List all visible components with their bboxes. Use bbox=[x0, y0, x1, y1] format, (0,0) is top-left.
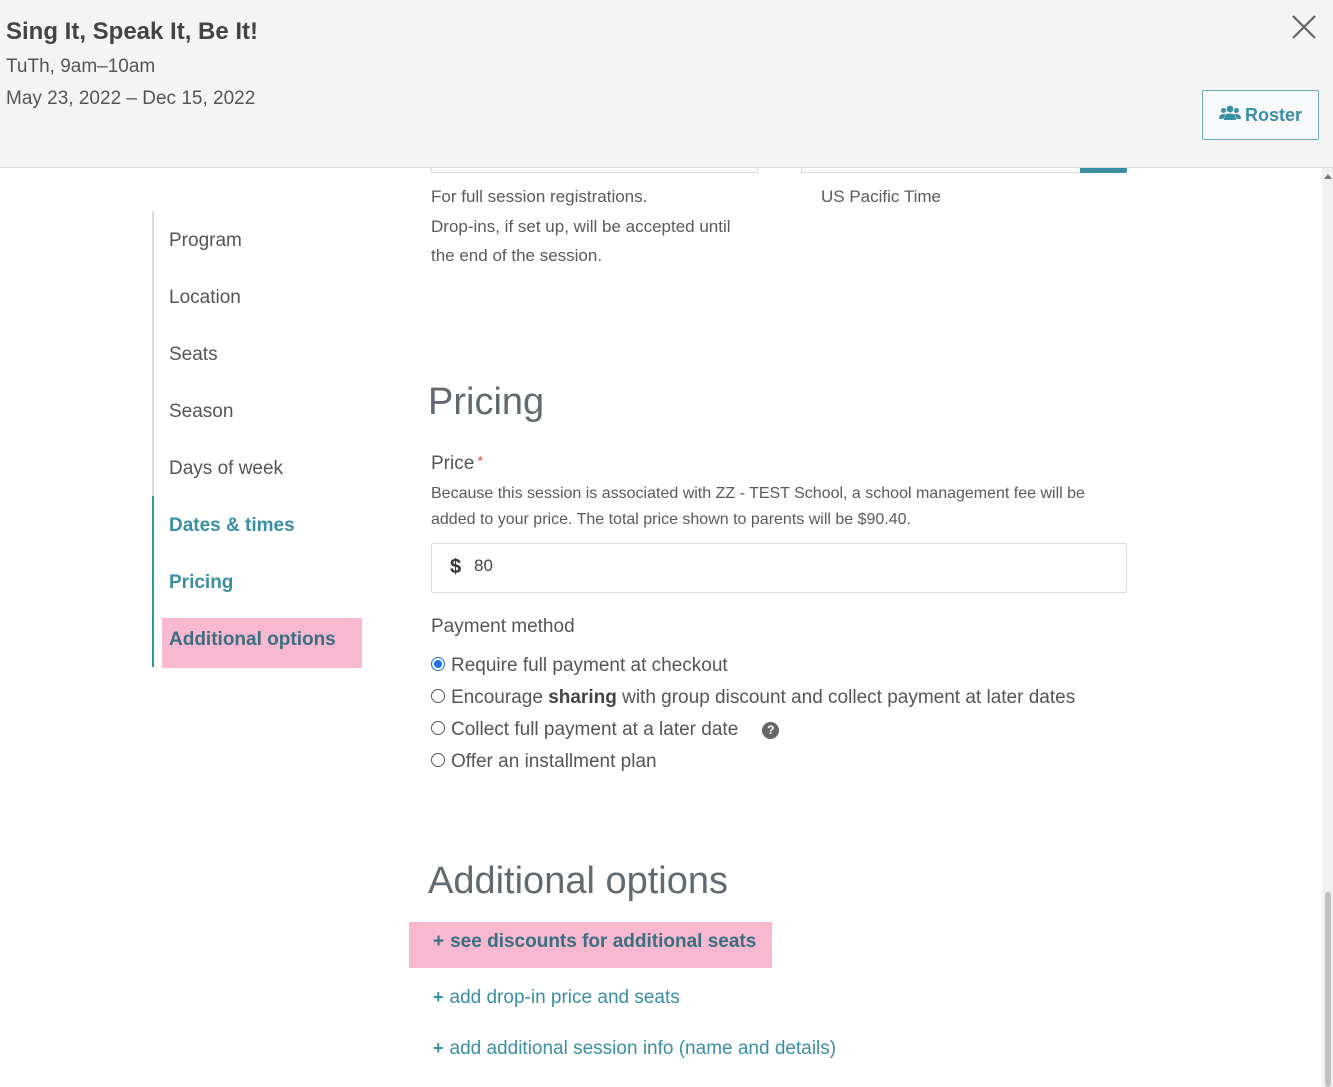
pricing-heading: Pricing bbox=[428, 381, 545, 423]
session-title: Sing It, Speak It, Be It! bbox=[6, 18, 259, 45]
payment-option-full-checkout[interactable]: Require full payment at checkout bbox=[431, 655, 728, 677]
scroll-thumb[interactable] bbox=[1325, 892, 1331, 1087]
nav-item-dates-times[interactable]: Dates & times bbox=[169, 515, 295, 537]
nav-item-season[interactable]: Season bbox=[169, 401, 233, 423]
plus-icon: + bbox=[433, 931, 445, 952]
roster-button[interactable]: Roster bbox=[1202, 90, 1319, 140]
session-dates: May 23, 2022 – Dec 15, 2022 bbox=[6, 88, 256, 109]
payment-method-label: Payment method bbox=[431, 616, 575, 637]
currency-symbol: $ bbox=[450, 556, 462, 578]
time-zone-help-text: US Pacific Time bbox=[821, 187, 941, 206]
modal-header: Sing It, Speak It, Be It! TuTh, 9am–10am… bbox=[0, 0, 1333, 168]
radio-button-checked[interactable] bbox=[431, 657, 445, 671]
section-nav: Program Location Seats Season Days of we… bbox=[152, 211, 362, 668]
plus-icon: + bbox=[433, 1038, 444, 1058]
nav-progress-line bbox=[152, 496, 154, 667]
nav-item-pricing[interactable]: Pricing bbox=[169, 572, 233, 594]
payment-option-installment[interactable]: Offer an installment plan bbox=[431, 751, 657, 773]
payment-option-sharing[interactable]: Encourage sharing with group discount an… bbox=[431, 687, 1075, 709]
plus-icon: + bbox=[433, 987, 444, 1007]
nav-item-seats[interactable]: Seats bbox=[169, 344, 218, 366]
radio-button[interactable] bbox=[431, 689, 445, 703]
additional-options-heading: Additional options bbox=[428, 860, 728, 902]
price-input[interactable] bbox=[474, 556, 1074, 576]
price-label: Price * bbox=[431, 453, 484, 474]
scrollbar[interactable] bbox=[1322, 168, 1333, 1087]
nav-item-days-of-week[interactable]: Days of week bbox=[169, 458, 283, 480]
radio-button[interactable] bbox=[431, 721, 445, 735]
registration-help-text: For full session registrations. Drop-ins… bbox=[431, 187, 731, 265]
price-fee-note: Because this session is associated with … bbox=[431, 485, 1085, 528]
price-field[interactable]: $ bbox=[431, 543, 1127, 593]
see-discounts-link[interactable]: + see discounts for additional seats bbox=[409, 922, 772, 968]
nav-item-location[interactable]: Location bbox=[169, 287, 241, 309]
add-drop-in-link[interactable]: + add drop-in price and seats bbox=[433, 987, 680, 1009]
add-session-info-link[interactable]: + add additional session info (name and d… bbox=[433, 1038, 836, 1060]
close-icon[interactable] bbox=[1289, 12, 1319, 42]
radio-button[interactable] bbox=[431, 753, 445, 767]
payment-option-later-date[interactable]: Collect full payment at a later date ? bbox=[431, 719, 780, 741]
nav-item-additional-options[interactable]: Additional options bbox=[162, 618, 362, 668]
help-icon[interactable]: ? bbox=[762, 721, 780, 739]
session-schedule: TuTh, 9am–10am bbox=[6, 56, 156, 77]
roster-label: Roster bbox=[1244, 104, 1302, 125]
scroll-up-arrow-icon[interactable] bbox=[1324, 174, 1332, 179]
required-mark: * bbox=[477, 453, 484, 470]
users-icon bbox=[1218, 105, 1241, 126]
nav-item-program[interactable]: Program bbox=[169, 230, 242, 252]
